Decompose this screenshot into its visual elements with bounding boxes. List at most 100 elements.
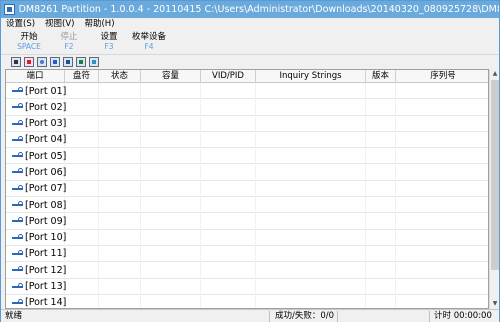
table-cell [141,245,201,263]
table-cell [366,180,396,198]
table-cell [256,245,366,263]
table-row[interactable]: [Port 06] [6,164,488,181]
enumerate-devices-button[interactable]: 枚举设备 F4 [127,32,171,50]
table-cell [65,278,99,295]
status-divider [337,311,338,322]
column-header-vidpid[interactable]: VID/PID [201,70,256,83]
table-cell [65,164,99,181]
stop-button-key: F2 [64,42,74,50]
table-cell [99,294,141,308]
column-header-status[interactable]: 状态 [99,70,141,83]
table-row[interactable]: [Port 09] [6,213,488,230]
table-cell [256,262,366,279]
port-cell: [Port 10] [12,230,66,246]
column-header-drive[interactable]: 盘符 [65,70,99,83]
icon-toolbar [1,54,499,68]
menu-settings[interactable]: 设置(S) [1,18,40,31]
stop-button[interactable]: 停止 F2 [49,32,89,50]
table-cell [201,262,256,279]
table-cell [65,148,99,165]
scrollbar-thumb[interactable] [491,80,499,270]
table-row[interactable]: [Port 13] [6,278,488,295]
table-cell [141,99,201,116]
port-label: [Port 12] [25,264,67,276]
table-cell [201,180,256,198]
table-row[interactable]: [Port 04] [6,131,488,149]
table-cell [99,131,141,149]
table-cell [99,229,141,246]
console-icon[interactable] [11,57,21,67]
settings-button-key: F3 [104,42,114,50]
usb-icon [12,152,24,160]
port-cell: [Port 13] [12,279,66,295]
table-row[interactable]: [Port 05] [6,148,488,165]
table-row[interactable]: [Port 03] [6,115,488,132]
column-header-port[interactable]: 端口 [6,70,65,83]
scroll-up-icon[interactable]: ▲ [490,69,500,79]
table-row[interactable]: [Port 02] [6,99,488,116]
port-table[interactable]: 端口 盘符 状态 容量 VID/PID Inquiry Strings 版本 序… [5,69,489,309]
table-cell [366,229,396,246]
settings-icon[interactable] [89,57,99,67]
usb-icon [12,217,24,225]
port-cell: [Port 14] [12,295,66,308]
table-cell [65,197,99,214]
port-label: [Port 05] [25,150,67,162]
table-cell [141,164,201,181]
port-cell: [Port 07] [12,181,66,197]
table-row[interactable]: [Port 10] [6,229,488,246]
table-cell [201,164,256,181]
column-header-capacity[interactable]: 容量 [141,70,201,83]
table-cell [65,245,99,263]
menu-bar: 设置(S) 视图(V) 帮助(H) [1,18,499,31]
info-icon[interactable] [37,57,47,67]
table-cell [65,99,99,116]
menu-help[interactable]: 帮助(H) [79,18,119,31]
start-button[interactable]: 开始 SPACE [9,32,49,50]
port-label: [Port 01] [25,85,67,97]
sum-icon[interactable] [63,57,73,67]
column-header-serial[interactable]: 序列号 [396,70,488,83]
window-title: DM8261 Partition - 1.0.0.4 - 20110415 C:… [18,4,499,15]
table-cell [99,262,141,279]
save-icon[interactable] [76,57,86,67]
table-cell [256,164,366,181]
port-label: [Port 04] [25,134,67,146]
column-header-inquiry[interactable]: Inquiry Strings [256,70,366,83]
column-header-version[interactable]: 版本 [366,70,396,83]
table-cell [65,213,99,230]
table-row[interactable]: [Port 11] [6,245,488,263]
scroll-down-icon[interactable]: ▼ [490,299,500,309]
port-label: [Port 09] [25,215,67,227]
table-cell [141,131,201,149]
settings-button[interactable]: 设置 F3 [89,32,129,50]
table-row[interactable]: [Port 12] [6,262,488,279]
status-divider [269,311,270,322]
table-cell [99,245,141,263]
table-cell [65,83,99,100]
port-label: [Port 10] [25,232,67,244]
menu-view[interactable]: 视图(V) [40,18,79,31]
app-icon [4,4,15,15]
table-cell [366,262,396,279]
table-cell [99,213,141,230]
title-bar[interactable]: DM8261 Partition - 1.0.0.4 - 20110415 C:… [1,1,499,18]
table-cell [256,148,366,165]
port-label: [Port 02] [25,101,67,113]
usb-icon [12,87,24,95]
table-row[interactable]: [Port 14] [6,294,488,308]
usb-scan-icon[interactable] [50,57,60,67]
table-cell [366,197,396,214]
port-cell: [Port 06] [12,164,66,180]
port-cell: [Port 05] [12,148,66,164]
table-cell [141,83,201,100]
table-cell [256,213,366,230]
table-row[interactable]: [Port 01] [6,83,488,100]
table-cell [99,83,141,100]
pin-icon[interactable] [24,57,34,67]
table-row[interactable]: [Port 07] [6,180,488,198]
vertical-scrollbar[interactable]: ▲ ▼ [489,69,499,309]
table-cell [65,180,99,198]
table-row[interactable]: [Port 08] [6,197,488,214]
status-bar: 就绪 成功/失败：0/0 计时 00:00:00 [1,309,499,322]
